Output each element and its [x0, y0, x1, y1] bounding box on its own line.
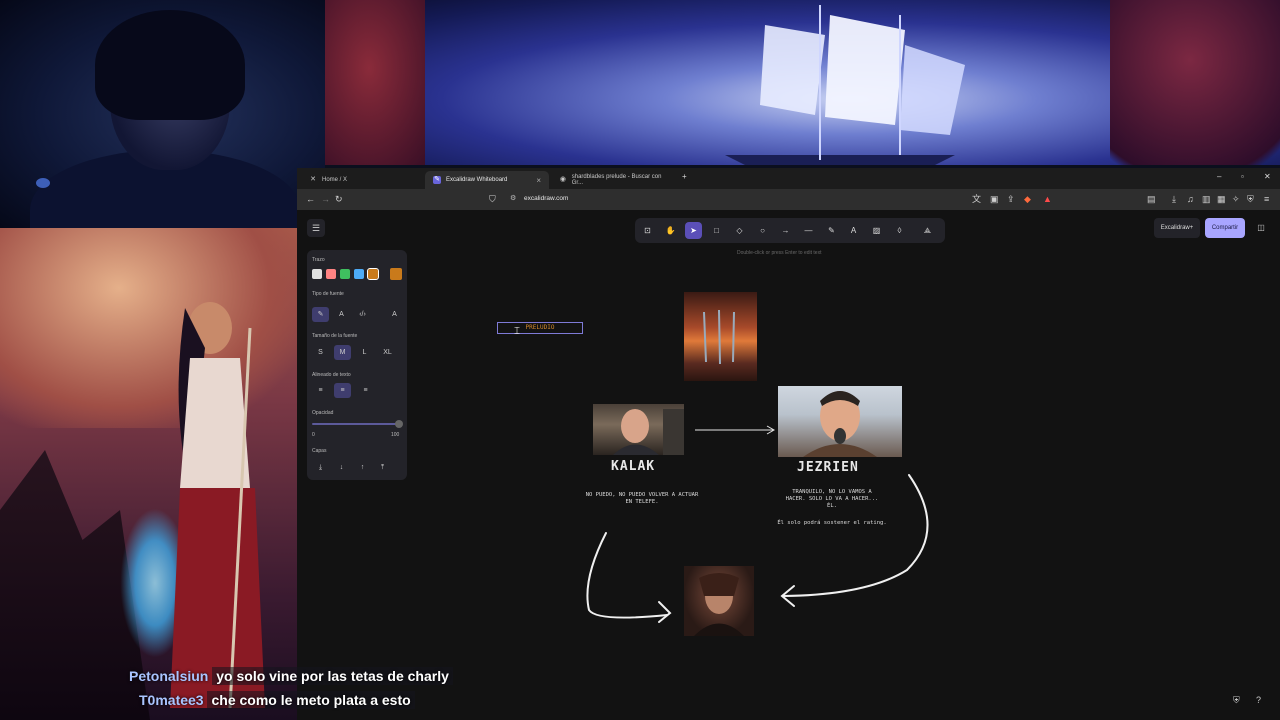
address-bar: ← → ↻ ⛉ ⚙ excalidraw.com 文 ▣ ⇪ ◆ ▲ ▤ ⤓ ♫…: [297, 189, 1280, 210]
tab-excalidraw[interactable]: ✎ Excalidraw Whiteboard ×: [425, 171, 549, 189]
chat-text: che como le meto plata a esto: [207, 691, 415, 709]
brave-rewards-icon[interactable]: ▲: [1043, 194, 1052, 204]
downloads-icon[interactable]: ⤓: [1172, 194, 1176, 204]
maximize-icon[interactable]: ▫: [1241, 172, 1244, 181]
screenshot-icon[interactable]: ▣: [990, 194, 999, 204]
shield-icon[interactable]: ⛨: [1233, 695, 1240, 706]
extensions-icon[interactable]: ✧: [1232, 194, 1240, 204]
tab-home-x[interactable]: ✕ Home / X: [301, 171, 421, 189]
bookmark-icon[interactable]: ⛉: [489, 194, 496, 204]
arrow-kalak-to-jezrien: [695, 425, 776, 435]
chat-username: T0matee3: [139, 692, 204, 708]
excalidraw-canvas[interactable]: ☰ ⊡ ✋ ➤ □ ◇ ○ → — ✎ A ▨ ◊ ⟁ Double-click…: [297, 210, 1280, 720]
x-logo-icon: ✕: [310, 176, 316, 183]
browser-window: ✕ Home / X ✎ Excalidraw Whiteboard × ◉ s…: [297, 168, 1280, 720]
back-icon[interactable]: ←: [306, 194, 315, 204]
close-tab-icon[interactable]: ×: [536, 176, 541, 185]
webcam-feed: [0, 0, 325, 228]
tab-shardblades-search[interactable]: ◉ shardblades prelude - Buscar con Gr...: [551, 171, 679, 189]
canvas-drawings: [586, 425, 929, 623]
translate-icon[interactable]: 文: [972, 194, 981, 204]
globe-icon: ◉: [559, 176, 566, 183]
new-tab-button[interactable]: +: [682, 172, 687, 181]
excalidraw-logo-icon: ✎: [433, 176, 441, 184]
url-field[interactable]: excalidraw.com: [524, 195, 568, 202]
brave-shield-icon[interactable]: ◆: [1024, 194, 1031, 204]
character-artwork: [0, 228, 297, 720]
curved-arrow-left: [586, 532, 672, 623]
curved-arrow-right: [780, 474, 929, 607]
chat-message: T0matee3 che como le meto plata a esto: [139, 691, 415, 709]
sailing-ship-illustration: [725, 5, 965, 165]
stream-overlay: ✕ Home / X ✎ Excalidraw Whiteboard × ◉ s…: [0, 0, 1280, 720]
reload-icon[interactable]: ↻: [335, 194, 343, 204]
chat-message: Petonalsiun yo solo vine por las tetas d…: [129, 667, 453, 685]
close-window-icon[interactable]: ✕: [1264, 172, 1271, 181]
media-icon[interactable]: ♫: [1187, 194, 1194, 204]
chat-text: yo solo vine por las tetas de charly: [212, 667, 453, 685]
forward-icon[interactable]: →: [321, 194, 330, 204]
chat-username: Petonalsiun: [129, 668, 209, 684]
tab-bar: ✕ Home / X ✎ Excalidraw Whiteboard × ◉ s…: [297, 168, 1280, 189]
vpn-icon[interactable]: ⛨: [1247, 194, 1254, 204]
menu-icon[interactable]: ≡: [1264, 194, 1269, 204]
wallet-icon[interactable]: ▦: [1217, 194, 1226, 204]
headset-light-icon: [36, 178, 50, 188]
share-page-icon[interactable]: ⇪: [1007, 194, 1015, 204]
reader-icon[interactable]: ▥: [1202, 194, 1211, 204]
sidebar-icon[interactable]: ▤: [1147, 194, 1156, 204]
help-icon[interactable]: ?: [1256, 695, 1261, 705]
site-info-icon[interactable]: ⚙: [510, 194, 516, 202]
minimize-icon[interactable]: –: [1217, 172, 1221, 181]
warrior-figure-illustration: [170, 302, 265, 708]
ship-artwork: [325, 0, 1280, 165]
